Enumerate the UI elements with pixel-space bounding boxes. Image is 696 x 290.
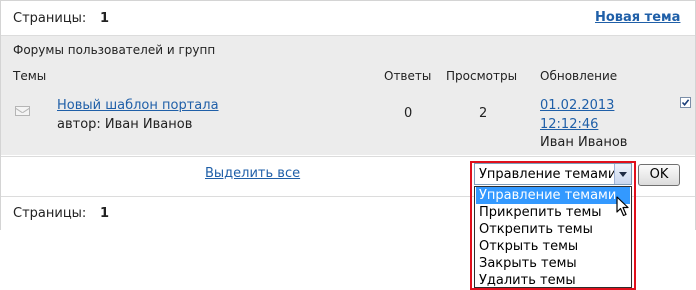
new-topic-link[interactable]: Новая тема bbox=[595, 10, 680, 25]
topic-action-select[interactable]: Управление темами bbox=[474, 163, 632, 185]
column-header-replies: Ответы bbox=[384, 69, 432, 83]
dropdown-option-manage-topics[interactable]: Управление темами bbox=[476, 187, 630, 204]
column-header-views: Просмотры bbox=[446, 69, 518, 83]
topic-title-link[interactable]: Новый шаблон портала bbox=[57, 98, 219, 113]
chevron-down-icon[interactable] bbox=[614, 164, 631, 184]
topic-views-count: 2 bbox=[479, 106, 488, 121]
dropdown-option-close-topics[interactable]: Закрыть темы bbox=[476, 255, 630, 272]
pagination-current-page: 1 bbox=[100, 11, 110, 26]
topic-updated-date-link[interactable]: 01.02.2013 bbox=[540, 98, 614, 113]
topic-action-selected-value: Управление темами bbox=[479, 167, 617, 182]
topic-author: автор: Иван Иванов bbox=[57, 117, 193, 132]
pagination-label: Страницы: bbox=[13, 206, 87, 221]
topics-table-header: Темы Ответы Просмотры Обновление bbox=[1, 63, 695, 89]
forum-title: Форумы пользователей и групп bbox=[13, 43, 216, 57]
pagination-label: Страницы: bbox=[13, 11, 87, 26]
ok-button[interactable]: OK bbox=[638, 164, 680, 186]
dropdown-option-open-topics[interactable]: Открыть темы bbox=[476, 238, 630, 255]
pagination-current-page: 1 bbox=[100, 206, 110, 221]
dropdown-option-pin-topics[interactable]: Прикрепить темы bbox=[476, 204, 630, 221]
checkmark-icon bbox=[681, 99, 690, 107]
topic-row: Новый шаблон портала автор: Иван Иванов … bbox=[1, 89, 695, 155]
topic-action-dropdown-list: Управление темами Прикрепить темы Откреп… bbox=[474, 186, 632, 288]
top-pagination-row: Страницы: 1 Новая тема bbox=[1, 1, 695, 35]
dropdown-option-delete-topics[interactable]: Удалить темы bbox=[476, 272, 630, 289]
topic-replies-count: 0 bbox=[404, 106, 413, 121]
select-all-link[interactable]: Выделить все bbox=[205, 166, 300, 181]
forum-title-bar: Форумы пользователей и групп bbox=[1, 35, 695, 64]
topic-updated-time-link[interactable]: 12:12:46 bbox=[540, 117, 598, 132]
column-header-topics: Темы bbox=[13, 69, 47, 83]
column-header-updated: Обновление bbox=[540, 69, 618, 83]
topic-updated-by: Иван Иванов bbox=[540, 135, 628, 150]
topic-select-checkbox[interactable] bbox=[680, 97, 691, 108]
dropdown-option-unpin-topics[interactable]: Открепить темы bbox=[476, 221, 630, 238]
envelope-icon bbox=[15, 106, 30, 116]
mouse-pointer-icon bbox=[616, 196, 629, 217]
